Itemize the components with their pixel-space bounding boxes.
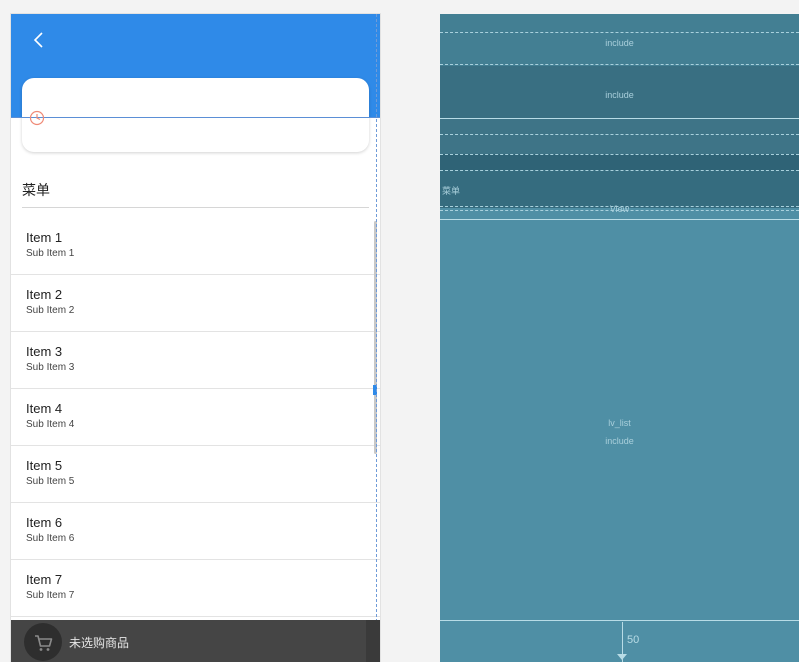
blueprint-guide <box>440 620 799 621</box>
item-title: Item 4 <box>26 401 63 416</box>
search-card[interactable] <box>22 78 369 152</box>
blueprint-view-label: View <box>609 204 630 214</box>
item-title: Item 2 <box>26 287 63 302</box>
chevron-left-icon[interactable] <box>29 30 49 50</box>
item-subtitle: Sub Item 1 <box>26 248 75 259</box>
list-item[interactable]: Item 2 Sub Item 2 <box>11 275 380 332</box>
item-title: Item 7 <box>26 572 63 587</box>
item-subtitle: Sub Item 3 <box>26 362 75 373</box>
item-title: Item 5 <box>26 458 63 473</box>
blueprint-guide <box>440 154 799 155</box>
list-item[interactable]: Item 7 Sub Item 7 <box>11 560 380 617</box>
menu-header: 菜单 <box>22 182 50 198</box>
item-title: Item 3 <box>26 344 63 359</box>
blueprint-guide <box>440 219 799 220</box>
blueprint-divider-block[interactable] <box>440 154 799 170</box>
list-item[interactable]: Item 1 Sub Item 1 <box>11 218 380 275</box>
list-item[interactable]: Item 4 Sub Item 4 <box>11 389 380 446</box>
blueprint-guide <box>440 134 799 135</box>
item-title: Item 6 <box>26 515 63 530</box>
blueprint-list-include-label: include <box>605 436 634 446</box>
height-measure-arrow <box>617 654 627 660</box>
item-subtitle: Sub Item 7 <box>26 590 75 601</box>
item-title: Item 1 <box>26 230 63 245</box>
menu-divider <box>22 207 369 208</box>
cart-icon <box>35 635 53 651</box>
list-item[interactable]: Item 6 Sub Item 6 <box>11 503 380 560</box>
blueprint-list-id-label: lv_list <box>608 418 631 428</box>
blueprint-guide <box>440 118 799 119</box>
blueprint-include-label: include <box>605 38 634 48</box>
layout-bounds-line <box>376 14 377 662</box>
blueprint-guide <box>440 64 799 65</box>
blueprint-menu-block[interactable] <box>440 170 799 208</box>
blueprint-guide <box>440 170 799 171</box>
item-subtitle: Sub Item 4 <box>26 419 75 430</box>
height-measure-value: 50 <box>627 634 640 646</box>
list-item[interactable]: Item 5 Sub Item 5 <box>11 446 380 503</box>
design-preview: 菜单 Item 1 Sub Item 1 Item 2 Sub Item 2 I… <box>11 14 380 662</box>
blueprint-search-block[interactable] <box>440 118 799 154</box>
blueprint-guide <box>440 32 799 33</box>
cart-status-text: 未选购商品 <box>69 636 130 650</box>
item-subtitle: Sub Item 2 <box>26 305 75 316</box>
item-subtitle: Sub Item 6 <box>26 533 75 544</box>
blueprint-view[interactable]: include include 菜单 View lv_list include … <box>440 14 799 662</box>
item-subtitle: Sub Item 5 <box>26 476 75 487</box>
blueprint-menu-label: 菜单 <box>442 186 461 196</box>
cart-button[interactable] <box>24 623 62 661</box>
cart-bar-edge <box>366 620 380 662</box>
cart-bar: 未选购商品 <box>11 620 380 662</box>
clock-icon <box>29 110 45 126</box>
layout-guide-line <box>11 117 380 118</box>
blueprint-include-label: include <box>605 90 634 100</box>
item-list[interactable]: Item 1 Sub Item 1 Item 2 Sub Item 2 Item… <box>11 218 380 617</box>
list-item[interactable]: Item 3 Sub Item 3 <box>11 332 380 389</box>
